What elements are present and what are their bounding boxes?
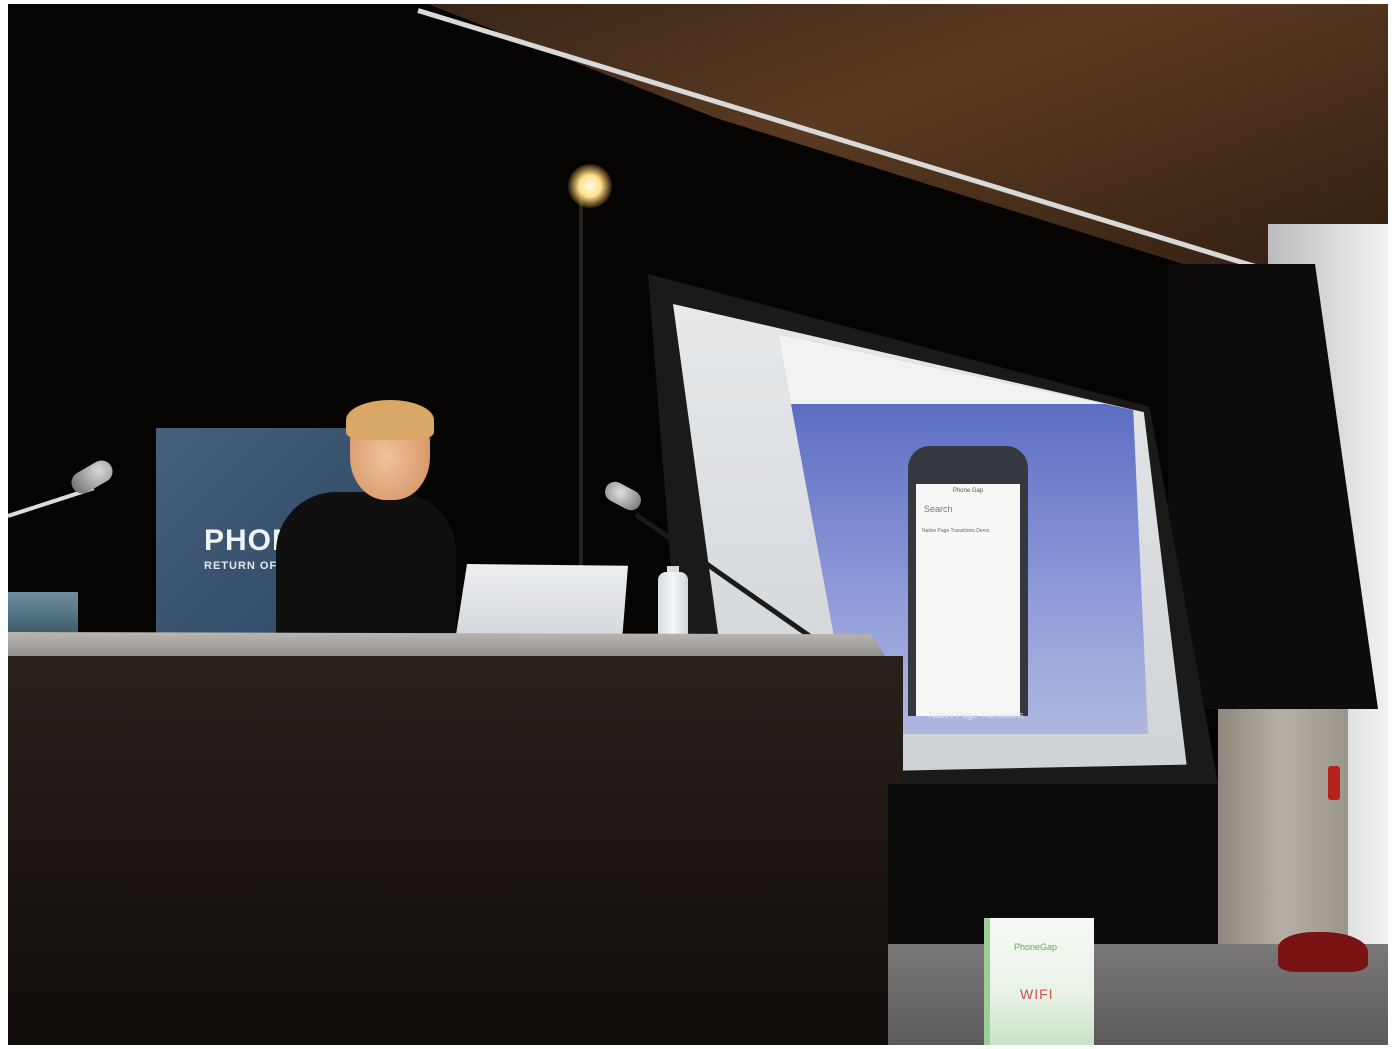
- slide-caption: Native Page Transitions: [928, 710, 1024, 720]
- wifi-sign-label: WIFI: [1020, 986, 1054, 1002]
- concrete-wall: [1218, 709, 1348, 944]
- wooden-ceiling: [428, 4, 1388, 304]
- phone-mockup: Phone Gap Search Native Page Transitions…: [908, 446, 1028, 716]
- table-cloth: [8, 656, 903, 1045]
- book-stack: [8, 592, 78, 632]
- stage-light: [568, 164, 612, 208]
- phone-body-text: Native Page Transitions Demo: [922, 528, 990, 534]
- banner-subtitle: RETURN OF: [204, 560, 278, 572]
- speaker-hair: [346, 400, 434, 440]
- light-stand: [579, 189, 583, 569]
- phone-screen: Phone Gap Search Native Page Transitions…: [916, 484, 1020, 716]
- left-microphone: [67, 456, 117, 498]
- fire-extinguisher: [1328, 766, 1340, 800]
- wifi-sign: PhoneGap WIFI: [984, 918, 1094, 1045]
- right-microphone: [601, 478, 645, 514]
- phone-title: Phone Gap: [952, 488, 984, 494]
- speaker-body: [276, 492, 456, 642]
- conference-photo: PHOM RETURN OF Phone Gap Search Native P…: [8, 4, 1388, 1045]
- wifi-sign-brand: PhoneGap: [1014, 942, 1058, 952]
- phone-back-link: Search: [924, 504, 953, 514]
- red-bag: [1278, 932, 1368, 972]
